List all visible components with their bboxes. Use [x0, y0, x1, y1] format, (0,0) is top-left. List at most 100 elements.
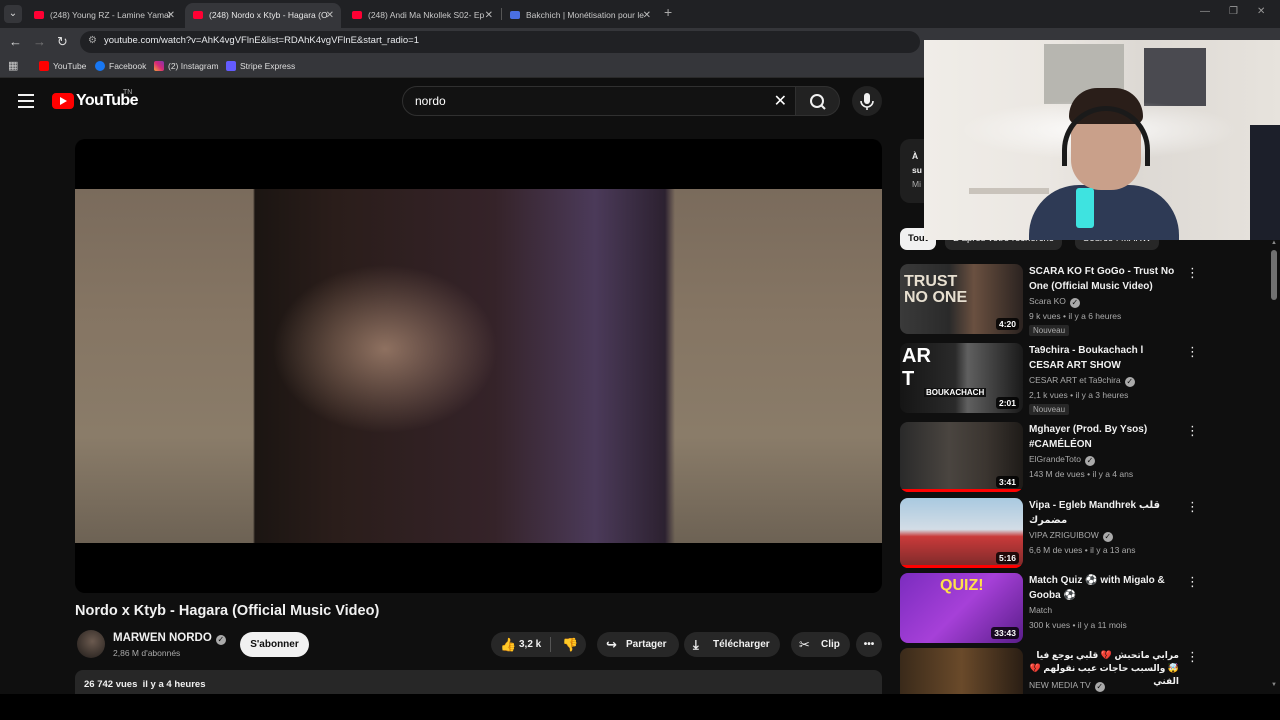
shelf: [969, 188, 1049, 194]
tab-label: Bakchich | Monétisation pour le: [526, 10, 644, 20]
close-tab-icon[interactable]: ✕: [643, 3, 651, 28]
tab-label: (248) Andi Ma Nkollek S02- Ep: [368, 10, 485, 20]
share-button[interactable]: ↪ Partager: [597, 632, 679, 657]
verified-check-icon: ✓: [1124, 377, 1135, 387]
more-vertical-icon[interactable]: ⋮: [1186, 650, 1199, 663]
doc-favicon-icon: [510, 11, 520, 19]
address-bar[interactable]: ⚙ youtube.com/watch?v=AhK4vgVFlnE&list=R…: [80, 31, 920, 53]
reload-icon[interactable]: ↻: [57, 34, 68, 50]
recommendation-channel[interactable]: VIPA ZRIGUIBOW ✓: [1029, 530, 1113, 542]
recommendation-item[interactable]: AR T BOUKACHACH 2:01 Ta9chira - Boukachac…: [900, 343, 1200, 415]
video-thumbnail[interactable]: [900, 648, 1023, 694]
more-vertical-icon[interactable]: ⋮: [1186, 345, 1199, 358]
more-vertical-icon[interactable]: ⋮: [1186, 575, 1199, 588]
microphone-light: [1076, 188, 1094, 228]
download-icon: ⤓: [693, 637, 699, 652]
video-thumbnail[interactable]: 3:41: [900, 422, 1023, 492]
share-icon: ↪: [606, 637, 617, 652]
recommendation-channel[interactable]: Scara KO ✓: [1029, 296, 1080, 308]
new-badge: Nouveau: [1029, 325, 1070, 336]
bookmark-facebook[interactable]: Facebook: [95, 61, 146, 71]
browser-tab-4[interactable]: Bakchich | Monétisation pour le ✕: [502, 3, 658, 28]
new-tab-icon[interactable]: +: [664, 4, 672, 20]
subscriber-count: 2,86 M d'abonnés: [113, 648, 181, 658]
channel-avatar[interactable]: [77, 630, 105, 658]
room-background: [1250, 125, 1280, 240]
close-tab-icon[interactable]: ✕: [485, 3, 493, 28]
recommendation-meta: 2,1 k vues • il y a 3 heures: [1029, 390, 1129, 400]
more-actions-button[interactable]: •••: [856, 632, 882, 657]
like-dislike-group: 👍 3,2 k 👎: [491, 632, 586, 657]
recommendation-title[interactable]: Match Quiz ⚽ with Migalo & Gooba ⚽: [1029, 574, 1179, 603]
back-icon[interactable]: ←: [9, 34, 22, 50]
channel-text: NEW MEDIA TV: [1029, 680, 1091, 690]
facebook-icon: [95, 61, 105, 71]
video-frame[interactable]: [75, 189, 882, 543]
taskbar-strip: [0, 694, 1280, 720]
bookmark-label: YouTube: [53, 61, 87, 71]
minimize-icon[interactable]: —: [1200, 6, 1210, 17]
recommendation-title[interactable]: SCARA KO Ft GoGo - Trust No One (Officia…: [1029, 265, 1179, 294]
recommendation-channel[interactable]: CESAR ART et Ta9chira ✓: [1029, 375, 1135, 387]
recommendation-meta: 9 k vues • il y a 6 heures: [1029, 311, 1122, 321]
like-divider: [550, 637, 551, 652]
like-icon[interactable]: 👍: [500, 632, 516, 657]
video-thumbnail[interactable]: QUIZ! 33:43: [900, 573, 1023, 643]
bookmark-stripe-express[interactable]: Stripe Express: [226, 61, 295, 71]
thumbnail-artwork: TRUST NO ONE: [904, 273, 968, 306]
recommendation-channel[interactable]: ElGrandeToto ✓: [1029, 454, 1095, 466]
recommendation-item[interactable]: TRUST NO ONE 4:20 SCARA KO Ft GoGo - Trus…: [900, 264, 1200, 336]
restore-icon[interactable]: ❐: [1229, 6, 1238, 17]
video-thumbnail[interactable]: 5:16: [900, 498, 1023, 568]
page-scrollbar[interactable]: ▲ ▼: [1271, 240, 1277, 694]
browser-tab-2-active[interactable]: (248) Nordo x Ktyb - Hagara (O ✕: [185, 3, 341, 28]
recommendation-item[interactable]: 5:16 Vipa - Egleb Mandhrek قلب مضمرك VIP…: [900, 498, 1200, 568]
close-tab-icon[interactable]: ✕: [167, 3, 175, 28]
recommendation-channel[interactable]: Match: [1029, 605, 1052, 615]
video-thumbnail[interactable]: AR T BOUKACHACH 2:01: [900, 343, 1023, 413]
bookmark-youtube[interactable]: YouTube: [39, 61, 86, 71]
scrollbar-thumb[interactable]: [1271, 250, 1277, 300]
download-button[interactable]: ⤓ Télécharger: [684, 632, 780, 657]
recommendation-item[interactable]: 3:41 Mghayer (Prod. By Ysos) #CAMÉLÉON E…: [900, 422, 1200, 492]
view-and-date: 26 742 vues il y a 4 heures: [84, 679, 205, 690]
recommendation-title[interactable]: Ta9chira - Boukachach l CESAR ART SHOW: [1029, 344, 1179, 373]
scroll-down-icon[interactable]: ▼: [1271, 682, 1277, 688]
youtube-play-logo-icon: [52, 93, 74, 109]
tab-search-icon[interactable]: ⌄: [4, 5, 22, 23]
voice-search-button[interactable]: [852, 86, 882, 116]
verified-check-icon: ✓: [1084, 456, 1095, 466]
search-button[interactable]: [796, 86, 840, 116]
recommendation-item[interactable]: مرابي ماتحبش 💔 قلبي يوجع فيا 🤯 والسبب حا…: [900, 648, 1200, 694]
channel-name[interactable]: MARWEN NORDO ✓: [113, 632, 226, 645]
bookmark-instagram[interactable]: (2) Instagram: [154, 61, 219, 71]
video-thumbnail[interactable]: TRUST NO ONE 4:20: [900, 264, 1023, 334]
search-input[interactable]: nordo ✕: [402, 86, 796, 116]
clip-button[interactable]: ✂ Clip: [791, 632, 850, 657]
recommendation-title[interactable]: Vipa - Egleb Mandhrek قلب مضمرك: [1029, 499, 1179, 528]
channel-text: Scara KO: [1029, 296, 1066, 306]
recommendation-channel[interactable]: NEW MEDIA TV ✓: [1029, 680, 1105, 692]
recommendation-title[interactable]: Mghayer (Prod. By Ysos) #CAMÉLÉON: [1029, 423, 1179, 452]
apps-grid-icon[interactable]: ▦: [8, 61, 19, 72]
scroll-up-icon[interactable]: ▲: [1271, 240, 1277, 246]
more-vertical-icon[interactable]: ⋮: [1186, 500, 1199, 513]
like-count[interactable]: 3,2 k: [519, 632, 541, 657]
menu-icon[interactable]: [18, 94, 34, 108]
browser-tab-3[interactable]: (248) Andi Ma Nkollek S02- Ep ✕: [344, 3, 500, 28]
dislike-icon[interactable]: 👎: [562, 632, 578, 657]
clear-search-icon[interactable]: ✕: [774, 91, 787, 111]
more-vertical-icon[interactable]: ⋮: [1186, 424, 1199, 437]
close-window-icon[interactable]: ✕: [1257, 6, 1265, 17]
site-settings-icon[interactable]: ⚙: [88, 35, 97, 46]
close-tab-icon[interactable]: ✕: [326, 3, 334, 28]
video-player[interactable]: [75, 139, 882, 593]
subscribe-button[interactable]: S'abonner: [240, 632, 309, 657]
browser-tab-1[interactable]: (248) Young RZ - Lamine Yamal ✕: [26, 3, 182, 28]
forward-icon[interactable]: →: [33, 34, 46, 50]
tab-label: (248) Young RZ - Lamine Yamal: [50, 10, 171, 20]
more-vertical-icon[interactable]: ⋮: [1186, 266, 1199, 279]
streamer-body: [1029, 185, 1179, 240]
thumbnail-artwork: QUIZ!: [940, 577, 984, 594]
recommendation-item[interactable]: QUIZ! 33:43 Match Quiz ⚽ with Migalo & G…: [900, 573, 1200, 643]
